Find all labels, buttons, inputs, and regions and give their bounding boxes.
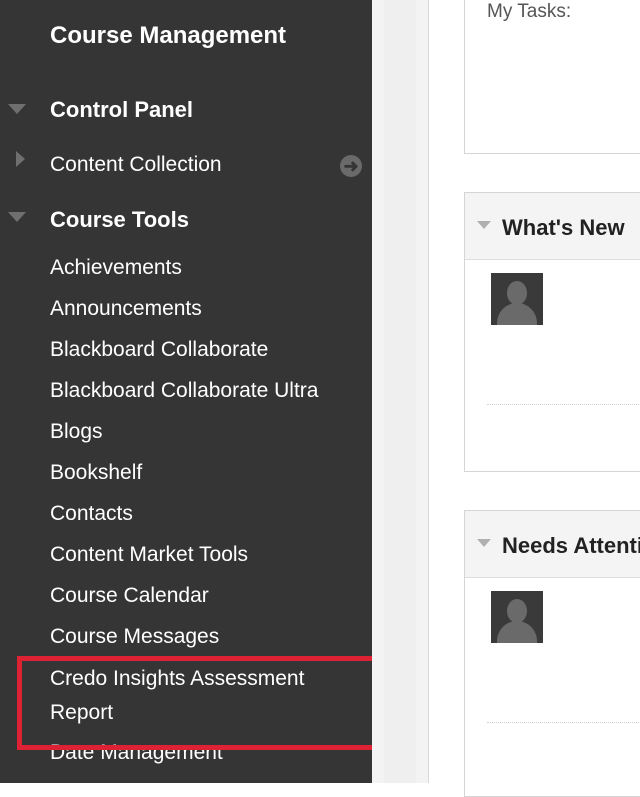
collapse-icon[interactable] [8, 212, 26, 222]
sidebar-item-achievements[interactable]: Achievements [50, 256, 182, 280]
sidebar-item-content-collection[interactable]: Content Collection [50, 153, 222, 177]
avatar-body [497, 621, 537, 643]
avatar [491, 591, 543, 643]
needs-attention-panel: Needs Attention [464, 510, 640, 797]
my-tasks-label: My Tasks: [487, 1, 572, 22]
sidebar-item-content-market-tools[interactable]: Content Market Tools [50, 543, 248, 567]
panel-header: What's New [465, 193, 640, 260]
whats-new-panel: What's New [464, 192, 640, 472]
sidebar-item-bookshelf[interactable]: Bookshelf [50, 461, 142, 485]
collapse-icon[interactable] [477, 221, 491, 229]
avatar-head [507, 599, 527, 623]
avatar-body [497, 303, 537, 325]
panel-header: Needs Attention [465, 511, 640, 578]
panel-title[interactable]: Needs Attention [502, 533, 640, 559]
sidebar-gutter-handle[interactable] [384, 0, 416, 783]
my-tasks-panel: My Tasks: [464, 0, 640, 154]
panel-title[interactable]: What's New [502, 215, 625, 241]
course-tools-heading[interactable]: Course Tools [50, 207, 189, 233]
highlight-box [17, 656, 415, 750]
divider [487, 722, 640, 723]
arrow-right-icon[interactable]: ➜ [340, 155, 362, 177]
sidebar-item-course-calendar[interactable]: Course Calendar [50, 584, 209, 608]
avatar [491, 273, 543, 325]
sidebar-item-course-messages[interactable]: Course Messages [50, 625, 219, 649]
expand-icon[interactable] [16, 151, 25, 167]
sidebar-item-blackboard-collaborate[interactable]: Blackboard Collaborate [50, 338, 268, 362]
avatar-head [507, 281, 527, 305]
divider [487, 404, 640, 405]
sidebar-item-blogs[interactable]: Blogs [50, 420, 103, 444]
sidebar-title: Course Management [50, 22, 287, 49]
control-panel-heading[interactable]: Control Panel [50, 97, 193, 123]
sidebar-item-contacts[interactable]: Contacts [50, 502, 133, 526]
collapse-icon[interactable] [477, 539, 491, 547]
collapse-icon[interactable] [8, 104, 26, 114]
sidebar-item-announcements[interactable]: Announcements [50, 297, 202, 321]
sidebar-item-blackboard-collaborate-ultra[interactable]: Blackboard Collaborate Ultra [50, 379, 318, 403]
